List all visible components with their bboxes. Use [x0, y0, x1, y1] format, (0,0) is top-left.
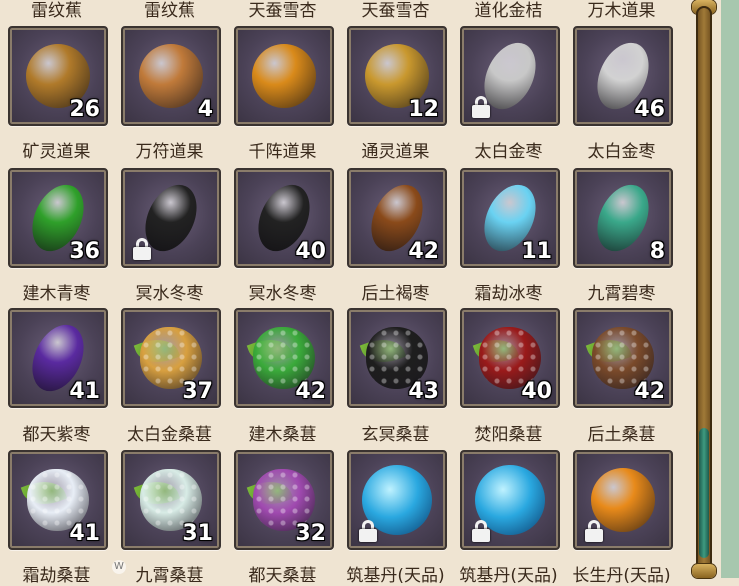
inventory-slot[interactable]: 4: [121, 26, 221, 126]
item-label: 太白金枣: [474, 142, 543, 162]
item-count: 42: [634, 379, 665, 404]
item-label: 太白金桑葚: [127, 425, 212, 445]
item-label: 万木道果: [587, 1, 656, 21]
inventory-slot[interactable]: [573, 450, 673, 550]
item-count: 37: [182, 379, 213, 404]
inventory-slot[interactable]: 40: [234, 168, 334, 268]
item-label: 都天紫枣: [22, 425, 91, 445]
inventory-grid: 雷纹蕉 雷纹蕉 天蚕雪杏 天蚕雪杏 道化金桔 万木道果 26 矿灵道果 4 万符道果 千阵道果 12 通…: [0, 0, 680, 586]
inventory-slot[interactable]: 42: [347, 168, 447, 268]
item-count: 41: [69, 521, 100, 546]
item-count: 31: [182, 521, 213, 546]
inventory-slot[interactable]: 8: [573, 168, 673, 268]
item-label: 千阵道果: [248, 142, 317, 162]
inventory-slot[interactable]: [460, 450, 560, 550]
item-label: 建木青枣: [22, 284, 91, 304]
item-count: 8: [649, 239, 665, 264]
item-count: 46: [634, 97, 665, 122]
item-label: 后土褐枣: [361, 284, 430, 304]
item-label: 筑基丹(天品): [346, 566, 445, 586]
inventory-slot[interactable]: 40: [460, 308, 560, 408]
item-count: 41: [69, 379, 100, 404]
item-count: 4: [197, 97, 213, 122]
item-label: 万符道果: [135, 142, 204, 162]
item-label: 雷纹蕉: [144, 1, 195, 21]
item-label: 道化金桔: [474, 1, 543, 21]
item-count: 42: [295, 379, 326, 404]
inventory-slot[interactable]: [347, 450, 447, 550]
inventory-slot[interactable]: 37: [121, 308, 221, 408]
item-label: 霜劫桑葚: [22, 566, 91, 586]
item-count: 26: [69, 97, 100, 122]
inventory-slot[interactable]: 42: [234, 308, 334, 408]
item-count: 42: [408, 239, 439, 264]
item-label: 天蚕雪杏: [361, 1, 430, 21]
inventory-slot[interactable]: 41: [8, 308, 108, 408]
inventory-slot[interactable]: 12: [347, 26, 447, 126]
item-count: 43: [408, 379, 439, 404]
item-label: 雷纹蕉: [31, 1, 82, 21]
watermark: W: [112, 560, 126, 574]
inventory-slot[interactable]: 32: [234, 450, 334, 550]
inventory-slot[interactable]: 26: [8, 26, 108, 126]
scrollbar[interactable]: [692, 0, 716, 578]
item-label: 都天桑葚: [248, 566, 317, 586]
inventory-slot[interactable]: 11: [460, 168, 560, 268]
inventory-slot[interactable]: 31: [121, 450, 221, 550]
item-label: 玄冥桑葚: [361, 425, 430, 445]
item-count: 11: [521, 239, 552, 264]
item-label: 后土桑葚: [587, 425, 656, 445]
jade-jujube-icon: [587, 176, 659, 260]
inventory-slot[interactable]: 41: [8, 450, 108, 550]
item-count: 40: [295, 239, 326, 264]
inventory-slot[interactable]: 42: [573, 308, 673, 408]
item-label: 建木桑葚: [248, 425, 317, 445]
inventory-slot[interactable]: 46: [573, 26, 673, 126]
item-label: 太白金枣: [587, 142, 656, 162]
item-label: 冥水冬枣: [248, 284, 317, 304]
item-label: 长生丹(天品): [572, 566, 671, 586]
lock-icon: [472, 520, 490, 542]
inventory-slot[interactable]: 36: [8, 168, 108, 268]
lock-icon: [585, 520, 603, 542]
item-label: 通灵道果: [361, 142, 430, 162]
item-label: 霜劫冰枣: [474, 284, 543, 304]
item-label: 九霄桑葚: [135, 566, 204, 586]
item-label: 矿灵道果: [22, 142, 91, 162]
item-label: 筑基丹(天品): [459, 566, 558, 586]
lock-icon: [359, 520, 377, 542]
inventory-slot[interactable]: 43: [347, 308, 447, 408]
talisman-fruit-icon: [139, 44, 203, 108]
array-fruit-icon: [252, 44, 316, 108]
inventory-slot[interactable]: [234, 26, 334, 126]
lock-icon: [472, 96, 490, 118]
inventory-slot[interactable]: [121, 168, 221, 268]
item-count: 32: [295, 521, 326, 546]
item-label: 焚阳桑葚: [474, 425, 543, 445]
lock-icon: [133, 238, 151, 260]
panel-edge: [721, 0, 739, 578]
item-count: 40: [521, 379, 552, 404]
item-count: 12: [408, 97, 439, 122]
inventory-slot[interactable]: [460, 26, 560, 126]
scroll-bottom-cap: [692, 564, 716, 578]
item-label: 冥水冬枣: [135, 284, 204, 304]
scroll-thumb[interactable]: [699, 428, 709, 558]
item-count: 36: [69, 239, 100, 264]
item-label: 天蚕雪杏: [248, 1, 317, 21]
item-label: 九霄碧枣: [587, 284, 656, 304]
